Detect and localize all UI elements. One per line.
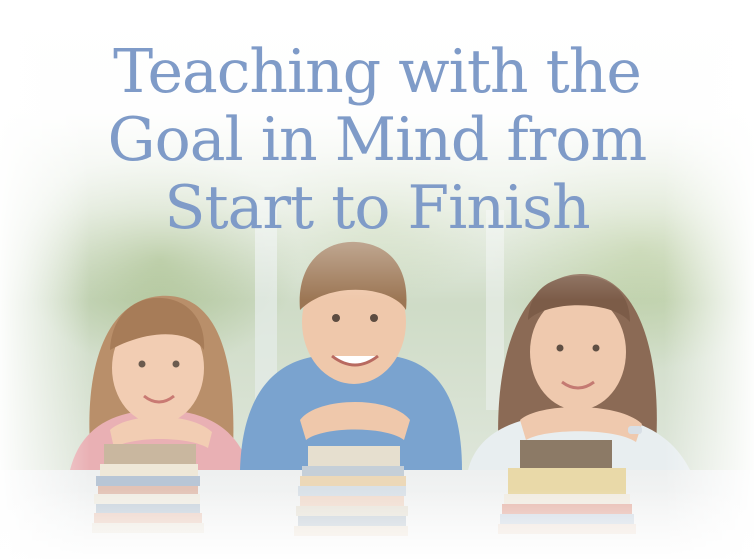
title-line-3: Start to Finish <box>164 173 590 243</box>
page-title: Teaching with the Goal in Mind from Star… <box>0 38 754 242</box>
title-line-2: Goal in Mind from <box>107 105 648 175</box>
bottom-fade-overlay <box>0 489 754 559</box>
title-line-1: Teaching with the <box>113 37 642 107</box>
hero-banner: Teaching with the Goal in Mind from Star… <box>0 0 754 559</box>
